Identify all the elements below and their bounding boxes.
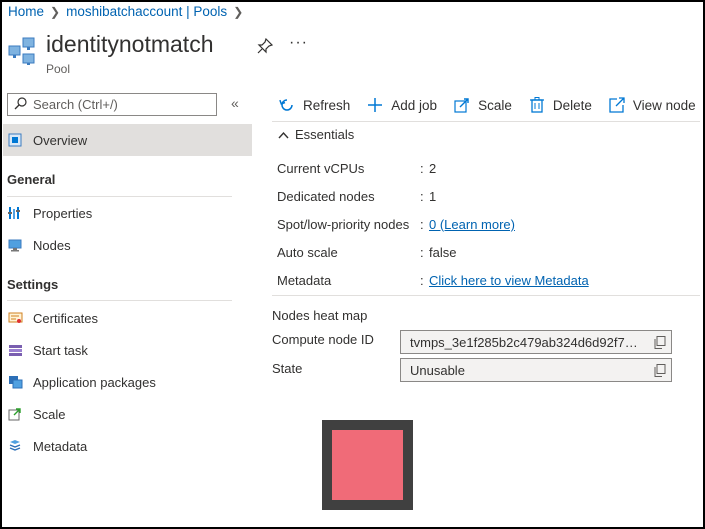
sidebar-item-overview[interactable]: Overview bbox=[3, 124, 252, 156]
section-settings: Settings bbox=[7, 277, 59, 292]
state-label: State bbox=[272, 361, 303, 376]
state-field[interactable]: Unusable bbox=[400, 358, 672, 382]
sidebar-item-label: Start task bbox=[33, 342, 88, 358]
delete-label: Delete bbox=[552, 97, 592, 113]
collapse-sidebar-icon[interactable]: « bbox=[231, 95, 239, 111]
sidebar-item-label: Scale bbox=[33, 406, 66, 422]
essentials-toggle[interactable]: Essentials bbox=[278, 127, 354, 142]
refresh-icon bbox=[278, 96, 296, 114]
refresh-button[interactable]: Refresh bbox=[278, 96, 350, 114]
sidebar-item-label: Properties bbox=[33, 205, 93, 221]
prop-colon: : bbox=[420, 161, 424, 176]
section-general: General bbox=[7, 172, 56, 187]
heatmap-node-frame bbox=[322, 420, 413, 510]
spot-nodes-learn-more-link[interactable]: 0 (Learn more) bbox=[429, 217, 515, 232]
certificate-icon bbox=[7, 310, 23, 326]
breadcrumb-home[interactable]: Home bbox=[8, 4, 44, 19]
page-title: identitynotmatch bbox=[46, 31, 214, 57]
pool-icon bbox=[8, 36, 36, 66]
search-icon bbox=[14, 96, 27, 113]
more-options-icon[interactable]: ··· bbox=[289, 34, 308, 52]
prop-colon: : bbox=[420, 245, 424, 260]
copy-icon[interactable] bbox=[649, 359, 671, 381]
prop-label-dedicated-nodes: Dedicated nodes bbox=[277, 189, 375, 204]
chevron-right-icon: ❯ bbox=[50, 4, 61, 19]
prop-value-dedicated-nodes: 1 bbox=[429, 189, 437, 204]
sidebar-item-label: Application packages bbox=[33, 374, 156, 390]
overview-icon bbox=[7, 132, 23, 148]
plus-icon bbox=[366, 96, 384, 114]
page-subtitle: Pool bbox=[46, 62, 71, 76]
scale-button[interactable]: Scale bbox=[453, 96, 512, 114]
prop-value-auto-scale: false bbox=[429, 245, 457, 260]
command-bar: Refresh Add job Scale Delete View node bbox=[278, 93, 696, 117]
view-metadata-link[interactable]: Click here to view Metadata bbox=[429, 273, 589, 288]
prop-colon: : bbox=[420, 189, 424, 204]
heatmap-heading: Nodes heat map bbox=[272, 308, 368, 323]
state-value: Unusable bbox=[410, 362, 465, 378]
sidebar-item-metadata[interactable]: Metadata bbox=[3, 430, 252, 462]
section-divider bbox=[7, 300, 232, 301]
prop-colon: : bbox=[420, 273, 424, 288]
scale-icon bbox=[453, 96, 471, 114]
add-job-label: Add job bbox=[391, 97, 438, 113]
sidebar-item-certificates[interactable]: Certificates bbox=[3, 302, 252, 334]
sidebar-item-start-task[interactable]: Start task bbox=[3, 334, 252, 366]
trash-icon bbox=[528, 96, 546, 114]
sidebar-item-label: Certificates bbox=[33, 310, 99, 326]
compute-node-id-label: Compute node ID bbox=[272, 332, 374, 347]
search-box[interactable] bbox=[7, 93, 217, 116]
essentials-label: Essentials bbox=[295, 127, 355, 142]
view-node-label: View node bbox=[632, 97, 696, 113]
application-packages-icon bbox=[7, 374, 23, 390]
prop-label-auto-scale: Auto scale bbox=[277, 245, 338, 260]
pin-icon[interactable] bbox=[257, 37, 274, 54]
sidebar-item-label: Metadata bbox=[33, 438, 88, 454]
chevron-up-icon bbox=[278, 127, 289, 142]
open-external-icon bbox=[608, 96, 626, 114]
sidebar-item-nodes[interactable]: Nodes bbox=[3, 229, 252, 261]
heatmap-node-cell[interactable] bbox=[332, 430, 403, 500]
prop-label-metadata: Metadata bbox=[277, 273, 332, 288]
view-node-button[interactable]: View node bbox=[608, 96, 696, 114]
sidebar-item-application-packages[interactable]: Application packages bbox=[3, 366, 252, 398]
prop-label-current-vcpus: Current vCPUs bbox=[277, 161, 365, 176]
delete-button[interactable]: Delete bbox=[528, 96, 592, 114]
prop-value-current-vcpus: 2 bbox=[429, 161, 437, 176]
properties-icon bbox=[7, 205, 23, 221]
toolbar-divider bbox=[272, 121, 700, 122]
sidebar-item-properties[interactable]: Properties bbox=[3, 197, 252, 229]
sidebar-item-label: Overview bbox=[33, 132, 88, 148]
scale-icon bbox=[7, 406, 23, 422]
scale-label: Scale bbox=[478, 97, 512, 113]
breadcrumb: Home ❯ moshibatchaccount | Pools ❯ bbox=[8, 4, 243, 19]
start-task-icon bbox=[7, 342, 23, 358]
refresh-label: Refresh bbox=[303, 97, 351, 113]
chevron-right-icon: ❯ bbox=[233, 4, 244, 19]
metadata-icon bbox=[7, 438, 23, 454]
compute-node-id-value: tvmps_3e1f285b2c479ab324d6d92f794... bbox=[410, 334, 649, 350]
sidebar-item-label: Nodes bbox=[33, 237, 71, 253]
breadcrumb-account[interactable]: moshibatchaccount | Pools bbox=[66, 4, 227, 19]
search-input[interactable] bbox=[33, 97, 203, 112]
essentials-divider bbox=[272, 295, 700, 296]
prop-colon: : bbox=[420, 217, 424, 232]
prop-label-spot-nodes: Spot/low-priority nodes bbox=[277, 217, 410, 232]
nodes-icon bbox=[7, 237, 23, 253]
copy-icon[interactable] bbox=[649, 331, 671, 353]
compute-node-id-field[interactable]: tvmps_3e1f285b2c479ab324d6d92f794... bbox=[400, 330, 672, 354]
add-job-button[interactable]: Add job bbox=[366, 96, 437, 114]
sidebar-item-scale[interactable]: Scale bbox=[3, 398, 252, 430]
